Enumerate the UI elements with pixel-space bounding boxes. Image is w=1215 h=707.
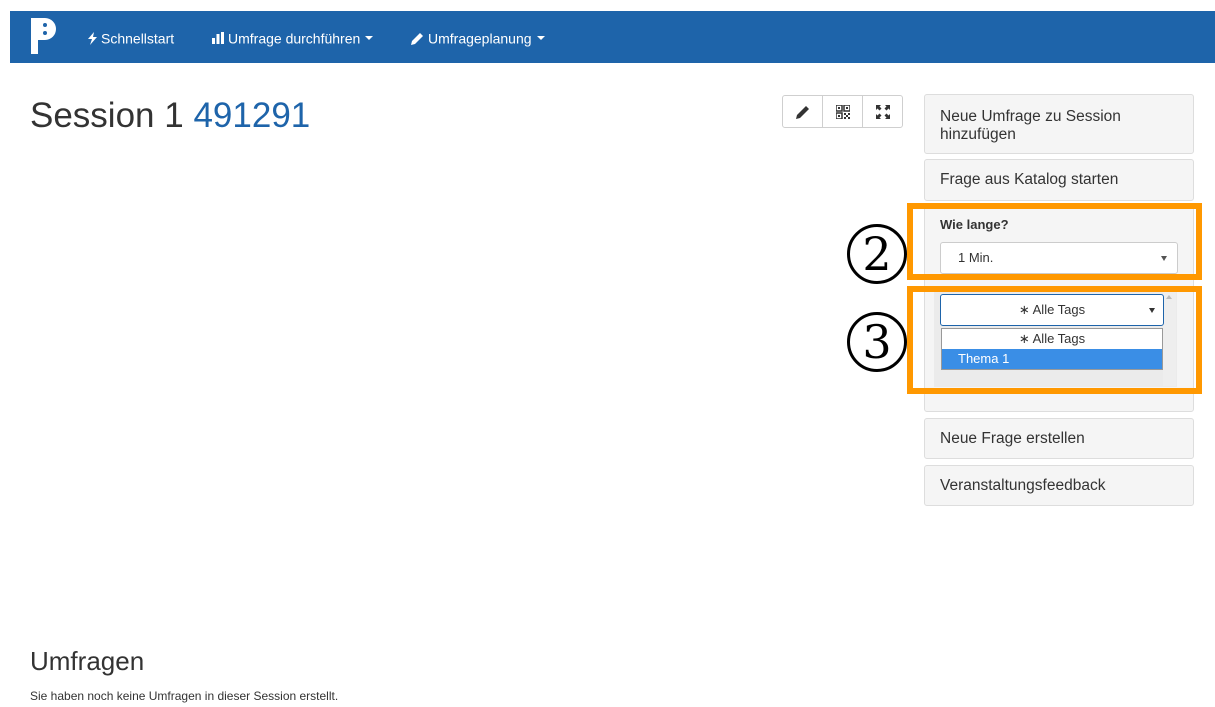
qr-code-button[interactable] xyxy=(822,95,863,128)
start-from-catalog-button[interactable]: Frage aus Katalog starten xyxy=(924,159,1194,201)
course-feedback-button[interactable]: Veranstaltungsfeedback xyxy=(924,465,1194,506)
surveys-empty-text: Sie haben noch keine Umfragen in dieser … xyxy=(30,689,339,703)
surveys-heading: Umfragen xyxy=(30,646,145,676)
step-marker-3: 3 xyxy=(847,312,907,372)
highlight-frame-tags xyxy=(907,286,1202,394)
session-toolbar xyxy=(782,95,903,128)
step-marker-2: 2 xyxy=(847,224,907,284)
new-question-button[interactable]: Neue Frage erstellen xyxy=(924,418,1194,459)
chevron-down-icon xyxy=(365,36,374,41)
fullscreen-button[interactable] xyxy=(862,95,903,128)
chevron-down-icon xyxy=(536,36,545,41)
bolt-icon xyxy=(88,31,97,45)
nav-umfrageplanung[interactable]: Umfrageplanung xyxy=(411,27,545,47)
nav-umfrageplanung-label: Umfrageplanung xyxy=(428,30,532,47)
pencil-icon xyxy=(411,32,423,45)
pencil-icon xyxy=(795,105,809,119)
bar-chart-icon xyxy=(212,32,224,45)
edit-session-button[interactable] xyxy=(782,95,823,128)
highlight-frame-duration xyxy=(907,203,1202,280)
pingo-logo[interactable] xyxy=(31,16,57,56)
nav-schnellstart[interactable]: Schnellstart xyxy=(88,27,174,47)
page-title: Session 1 491291 xyxy=(30,94,310,138)
nav-schnellstart-label: Schnellstart xyxy=(101,30,175,47)
session-code: 491291 xyxy=(193,96,311,135)
top-navbar: Schnellstart Umfrage durchführen Umfrage… xyxy=(10,11,1215,63)
qr-code-icon xyxy=(835,104,850,119)
session-name: Session 1 xyxy=(30,96,184,135)
fullscreen-icon xyxy=(875,104,890,119)
nav-umfrage-durchfuehren-label: Umfrage durchführen xyxy=(228,30,361,47)
nav-umfrage-durchfuehren[interactable]: Umfrage durchführen xyxy=(212,27,374,47)
add-survey-button[interactable]: Neue Umfrage zu Session hinzufügen xyxy=(924,94,1194,154)
